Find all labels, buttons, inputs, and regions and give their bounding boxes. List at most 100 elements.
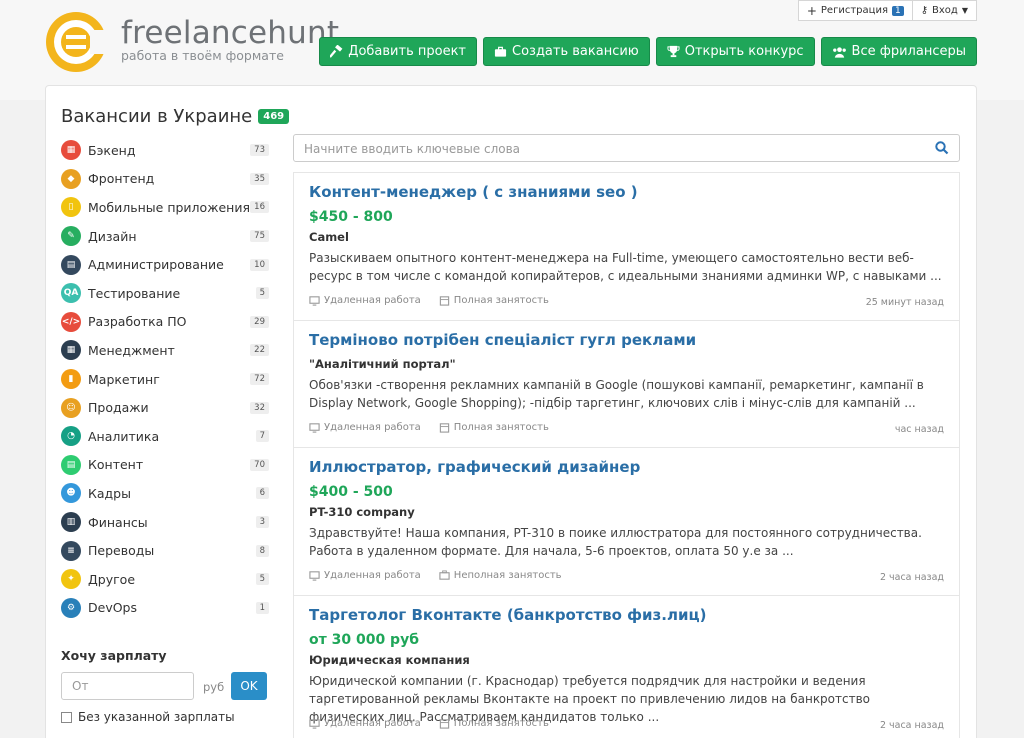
job-employment: Неполная занятость [453, 570, 562, 581]
job-remote: Удаленная работа [324, 570, 421, 581]
category-count: 7 [255, 430, 269, 443]
category-count: 29 [250, 315, 269, 328]
code-icon: </> [61, 311, 81, 332]
job-meta: Удаленная работа Полная занятость [309, 295, 567, 306]
job-card[interactable]: Контент-менеджер ( с знаниями seo ) $450… [293, 172, 960, 320]
category-item-backend[interactable]: ▦ Бэкенд 73 [61, 136, 269, 165]
chart-icon: ▮ [61, 369, 81, 390]
category-label: Контент [88, 457, 144, 473]
category-item-software[interactable]: </> Разработка ПО 29 [61, 308, 269, 337]
remote-icon [309, 423, 320, 433]
category-item-translation[interactable]: ≡ Переводы 8 [61, 536, 269, 565]
login-button[interactable]: ⚷ Вход ▼ [912, 0, 977, 21]
job-posted-time: 2 часа назад [879, 572, 944, 583]
category-item-hr[interactable]: ☻ Кадры 6 [61, 479, 269, 508]
job-card[interactable]: Таргетолог Вконтакте (банкротство физ.ли… [293, 595, 960, 738]
users-icon [832, 46, 846, 58]
no-salary-checkbox[interactable] [61, 711, 72, 723]
search-icon[interactable] [935, 141, 949, 155]
no-salary-checkbox-row[interactable]: Без указанной зарплаты [61, 710, 235, 724]
job-title[interactable]: Иллюстратор, графический дизайнер [309, 458, 640, 476]
category-item-design[interactable]: ✎ Дизайн 75 [61, 222, 269, 251]
category-count: 1 [255, 601, 269, 614]
category-item-finance[interactable]: ▥ Финансы 3 [61, 508, 269, 537]
category-item-other[interactable]: ✦ Другое 5 [61, 565, 269, 594]
category-label: Финансы [88, 514, 148, 530]
category-count: 32 [250, 401, 269, 414]
people-icon: ☻ [61, 483, 81, 504]
category-count: 16 [250, 201, 269, 214]
job-company[interactable]: Юридическая компания [309, 653, 470, 667]
category-item-sales[interactable]: ☺ Продажи 32 [61, 393, 269, 422]
category-count: 75 [250, 230, 269, 243]
category-item-analytics[interactable]: ◔ Аналитика 7 [61, 422, 269, 451]
document-icon: ▤ [61, 454, 81, 475]
salary-currency: руб [203, 680, 225, 694]
category-item-frontend[interactable]: ◆ Фронтенд 35 [61, 165, 269, 194]
add-project-button[interactable]: Добавить проект [319, 37, 477, 66]
category-count: 3 [255, 516, 269, 529]
register-count-badge: 1 [891, 5, 904, 16]
category-label: Аналитика [88, 428, 160, 444]
category-item-content[interactable]: ▤ Контент 70 [61, 451, 269, 480]
create-vacancy-button[interactable]: Создать вакансию [483, 37, 650, 66]
login-label: Вход [932, 5, 958, 16]
freelancehunt-logo[interactable] [44, 10, 108, 74]
devops-icon: ⚙ [61, 597, 81, 618]
job-remote: Удаленная работа [324, 422, 421, 433]
add-project-label: Добавить проект [348, 44, 466, 59]
open-contest-button[interactable]: Открыть конкурс [655, 37, 815, 66]
calendar-icon [439, 719, 449, 729]
job-meta: Удаленная работа Полная занятость [309, 422, 567, 433]
job-card[interactable]: Иллюстратор, графический дизайнер $400 -… [293, 447, 960, 595]
trophy-icon [667, 45, 680, 58]
category-item-devops[interactable]: ⚙ DevOps 1 [61, 594, 269, 623]
all-freelancers-button[interactable]: Все фрилансеры [820, 37, 977, 66]
category-item-admin[interactable]: ▤ Администрирование 10 [61, 250, 269, 279]
category-item-marketing[interactable]: ▮ Маркетинг 72 [61, 365, 269, 394]
no-salary-label: Без указанной зарплаты [78, 710, 235, 724]
action-buttons: Добавить проект Создать вакансию Открыть… [319, 37, 977, 66]
remote-icon [309, 719, 320, 729]
design-icon: ✎ [61, 226, 81, 247]
job-description: Здравствуйте! Наша компания, PT-310 в по… [309, 526, 922, 558]
brand-name[interactable]: freelancehunt [121, 15, 339, 51]
category-count: 22 [250, 344, 269, 357]
category-item-management[interactable]: ▦ Менеджмент 22 [61, 336, 269, 365]
create-vacancy-label: Создать вакансию [512, 44, 639, 59]
job-description: Разыскиваем опытного контент-менеджера н… [309, 251, 942, 283]
category-label: Кадры [88, 485, 131, 501]
job-company[interactable]: PT-310 company [309, 505, 415, 519]
salary-ok-button[interactable]: OK [231, 672, 267, 700]
salary-from-input[interactable]: От [61, 672, 194, 700]
job-description: Обов'язки -створення рекламних кампаній … [309, 378, 924, 410]
salary-filter-title: Хочу зарплату [61, 648, 167, 663]
category-label: DevOps [88, 600, 137, 616]
category-label: Маркетинг [88, 371, 160, 387]
register-button[interactable]: + Регистрация 1 [797, 0, 913, 21]
job-title[interactable]: Контент-менеджер ( с знаниями seo ) [309, 183, 638, 201]
category-label: Бэкенд [88, 142, 136, 158]
job-company[interactable]: Camel [309, 230, 349, 244]
job-posted-time: 25 минут назад [865, 297, 944, 308]
job-posted-time: 2 часа назад [879, 720, 944, 731]
plus-icon: + [806, 3, 817, 18]
job-title[interactable]: Таргетолог Вконтакте (банкротство физ.ли… [309, 606, 706, 624]
job-title[interactable]: Терміново потрібен спеціаліст гугл рекла… [309, 331, 696, 349]
category-label: Разработка ПО [88, 314, 187, 330]
key-icon: ⚷ [920, 5, 929, 16]
job-card[interactable]: Терміново потрібен спеціаліст гугл рекла… [293, 320, 960, 447]
category-label: Тестирование [88, 285, 181, 301]
category-item-qa[interactable]: QA Тестирование 5 [61, 279, 269, 308]
category-label: Мобильные приложения [88, 199, 250, 215]
category-count: 73 [250, 144, 269, 157]
vacancies-count-badge: 469 [258, 109, 290, 124]
job-company[interactable]: "Аналітичний портал" [309, 357, 456, 371]
books-icon: ≡ [61, 540, 81, 561]
shield-icon: ✦ [61, 569, 81, 590]
calendar-icon [439, 296, 449, 306]
category-item-mobile[interactable]: ▯ Мобильные приложения 16 [61, 193, 269, 222]
search-input[interactable]: Начните вводить ключевые слова [293, 134, 960, 162]
category-label: Фронтенд [88, 171, 155, 187]
job-price: $450 - 800 [309, 209, 393, 225]
